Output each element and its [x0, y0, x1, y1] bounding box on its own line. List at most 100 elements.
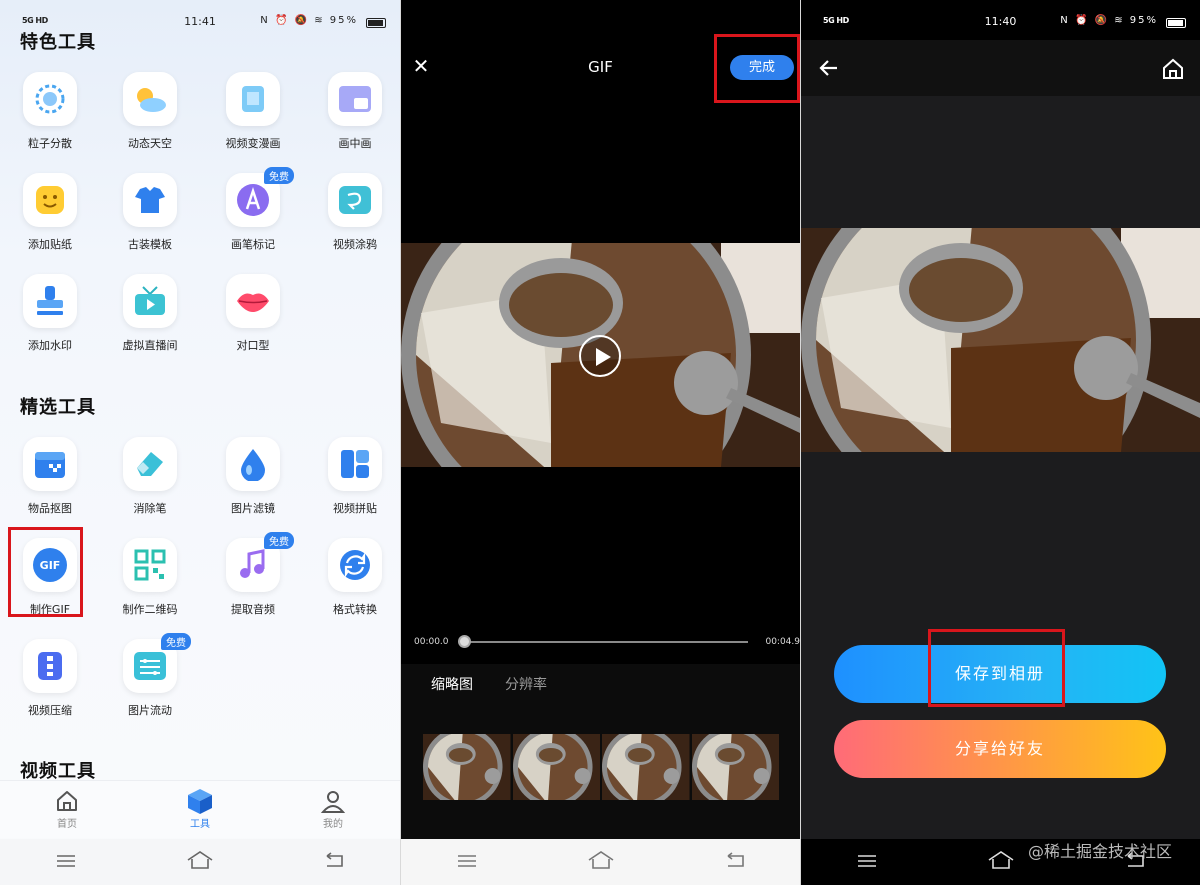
tool-label: 提取音频: [231, 603, 275, 616]
frame-thumbnail[interactable]: [423, 734, 511, 800]
tool-item[interactable]: 对口型: [203, 274, 303, 353]
frame-thumbnail[interactable]: [512, 734, 600, 800]
tool-label: 画中画: [338, 137, 372, 150]
tool-label: 图片滤镜: [231, 502, 275, 515]
live-icon: [123, 274, 177, 328]
tool-item[interactable]: 格式转换: [305, 538, 400, 617]
tool-item[interactable]: 古装模板: [100, 173, 200, 252]
tab-label: 工具: [190, 819, 210, 830]
brush-icon: 免费: [226, 167, 294, 227]
filter-icon: [226, 437, 280, 491]
menu-icon[interactable]: [857, 853, 877, 872]
sticker-icon: [23, 173, 77, 227]
tool-label: 视频变漫画: [225, 137, 281, 150]
system-nav-bar: [401, 839, 800, 885]
timeline: 00:00.0 00:04.9: [401, 630, 800, 654]
scrubber-handle[interactable]: [458, 635, 471, 648]
menu-icon[interactable]: [457, 853, 477, 872]
gif-result-preview: [801, 228, 1200, 452]
free-badge: 免费: [264, 532, 294, 549]
tool-item[interactable]: 添加水印: [0, 274, 100, 353]
tab-thumbnail[interactable]: 缩略图: [431, 674, 473, 694]
comic-icon: [226, 72, 280, 126]
tool-label: 图片流动: [128, 704, 172, 717]
tool-label: 物品抠图: [28, 502, 72, 515]
free-badge: 免费: [161, 633, 191, 650]
tool-item[interactable]: 添加贴纸: [0, 173, 100, 252]
back-arrow-icon[interactable]: [819, 58, 839, 82]
progress-track[interactable]: [463, 641, 748, 643]
tool-label: 消除笔: [133, 502, 167, 515]
tool-label: 添加水印: [28, 339, 72, 352]
export-screen: 5G HD 11:40 N ⏰ 🔕 ≋ 95% 保存到相册 分享给好友: [801, 0, 1200, 885]
tool-item[interactable]: 粒子分散: [0, 72, 100, 151]
tool-label: 对口型: [236, 339, 270, 352]
frame-thumbnail[interactable]: [602, 734, 690, 800]
tool-item[interactable]: 视频拼贴: [305, 437, 400, 516]
tool-item[interactable]: 物品抠图: [0, 437, 100, 516]
tool-item[interactable]: 免费图片流动: [100, 633, 200, 718]
menu-icon[interactable]: [56, 853, 76, 872]
tool-item[interactable]: 视频变漫画: [203, 72, 303, 151]
home-nav-icon[interactable]: [588, 851, 614, 873]
tool-label: 虚拟直播间: [122, 339, 178, 352]
tool-item[interactable]: 虚拟直播间: [100, 274, 200, 353]
tool-label: 格式转换: [333, 603, 377, 616]
convert-icon: [328, 538, 382, 592]
hotpot-image: [801, 228, 1200, 452]
tool-label: 添加贴纸: [28, 238, 72, 251]
free-badge: 免费: [264, 167, 294, 184]
tool-label: 动态天空: [128, 137, 172, 150]
tool-label: 画笔标记: [231, 238, 275, 251]
home-nav-icon[interactable]: [187, 851, 213, 873]
highlight-box-save: [928, 629, 1065, 707]
tool-item[interactable]: 图片滤镜: [203, 437, 303, 516]
home-nav-icon[interactable]: [988, 851, 1014, 873]
home-icon: [27, 787, 107, 815]
costume-icon: [123, 173, 177, 227]
section-title-featured: 特色工具: [20, 32, 96, 53]
eraser-icon: [123, 437, 177, 491]
tab-tools[interactable]: 工具: [160, 787, 240, 830]
back-nav-icon[interactable]: [725, 852, 745, 872]
tool-item[interactable]: 视频压缩: [0, 639, 100, 718]
tab-mine[interactable]: 我的: [293, 787, 373, 830]
tool-item[interactable]: 免费提取音频: [203, 532, 303, 617]
tool-item[interactable]: 制作二维码: [100, 538, 200, 617]
watermark: @稀土掘金技术社区: [1027, 842, 1172, 861]
tool-label: 视频涂鸦: [333, 238, 377, 251]
tool-label: 粒子分散: [28, 137, 72, 150]
tool-item[interactable]: 免费画笔标记: [203, 167, 303, 252]
doodle-icon: [328, 173, 382, 227]
tool-item[interactable]: 动态天空: [100, 72, 200, 151]
tool-item[interactable]: 视频涂鸦: [305, 173, 400, 252]
music-icon: 免费: [226, 532, 294, 592]
tool-label: 视频压缩: [28, 704, 72, 717]
share-to-friends-button[interactable]: 分享给好友: [834, 720, 1166, 778]
tool-item[interactable]: 画中画: [305, 72, 400, 151]
battery-icon: [1166, 18, 1186, 28]
frame-thumbnail[interactable]: [691, 734, 779, 800]
tool-label: 视频拼贴: [333, 502, 377, 515]
home-icon[interactable]: [1162, 58, 1184, 84]
section-title-selected: 精选工具: [20, 397, 96, 418]
cutout-icon: [23, 437, 77, 491]
tab-resolution[interactable]: 分辨率: [505, 674, 547, 694]
flow-icon: 免费: [123, 633, 191, 693]
back-nav-icon[interactable]: [324, 852, 344, 872]
pip-icon: [328, 72, 382, 126]
thumbnail-strip: [423, 734, 779, 800]
play-icon[interactable]: [579, 335, 621, 377]
highlight-box-done: [714, 34, 800, 103]
header-bar: [801, 40, 1200, 96]
tab-home[interactable]: 首页: [27, 787, 107, 830]
stamp-icon: [23, 274, 77, 328]
time-start: 00:00.0: [414, 637, 449, 647]
cube-icon: [160, 787, 240, 815]
video-preview[interactable]: [401, 243, 800, 467]
person-icon: [293, 787, 373, 815]
tool-item[interactable]: 消除笔: [100, 437, 200, 516]
bottom-tab-bar: 首页 工具 我的: [0, 780, 400, 838]
network-indicator: 5G HD: [22, 16, 48, 25]
status-icons: N ⏰ 🔕 ≋ 95%: [260, 15, 358, 26]
